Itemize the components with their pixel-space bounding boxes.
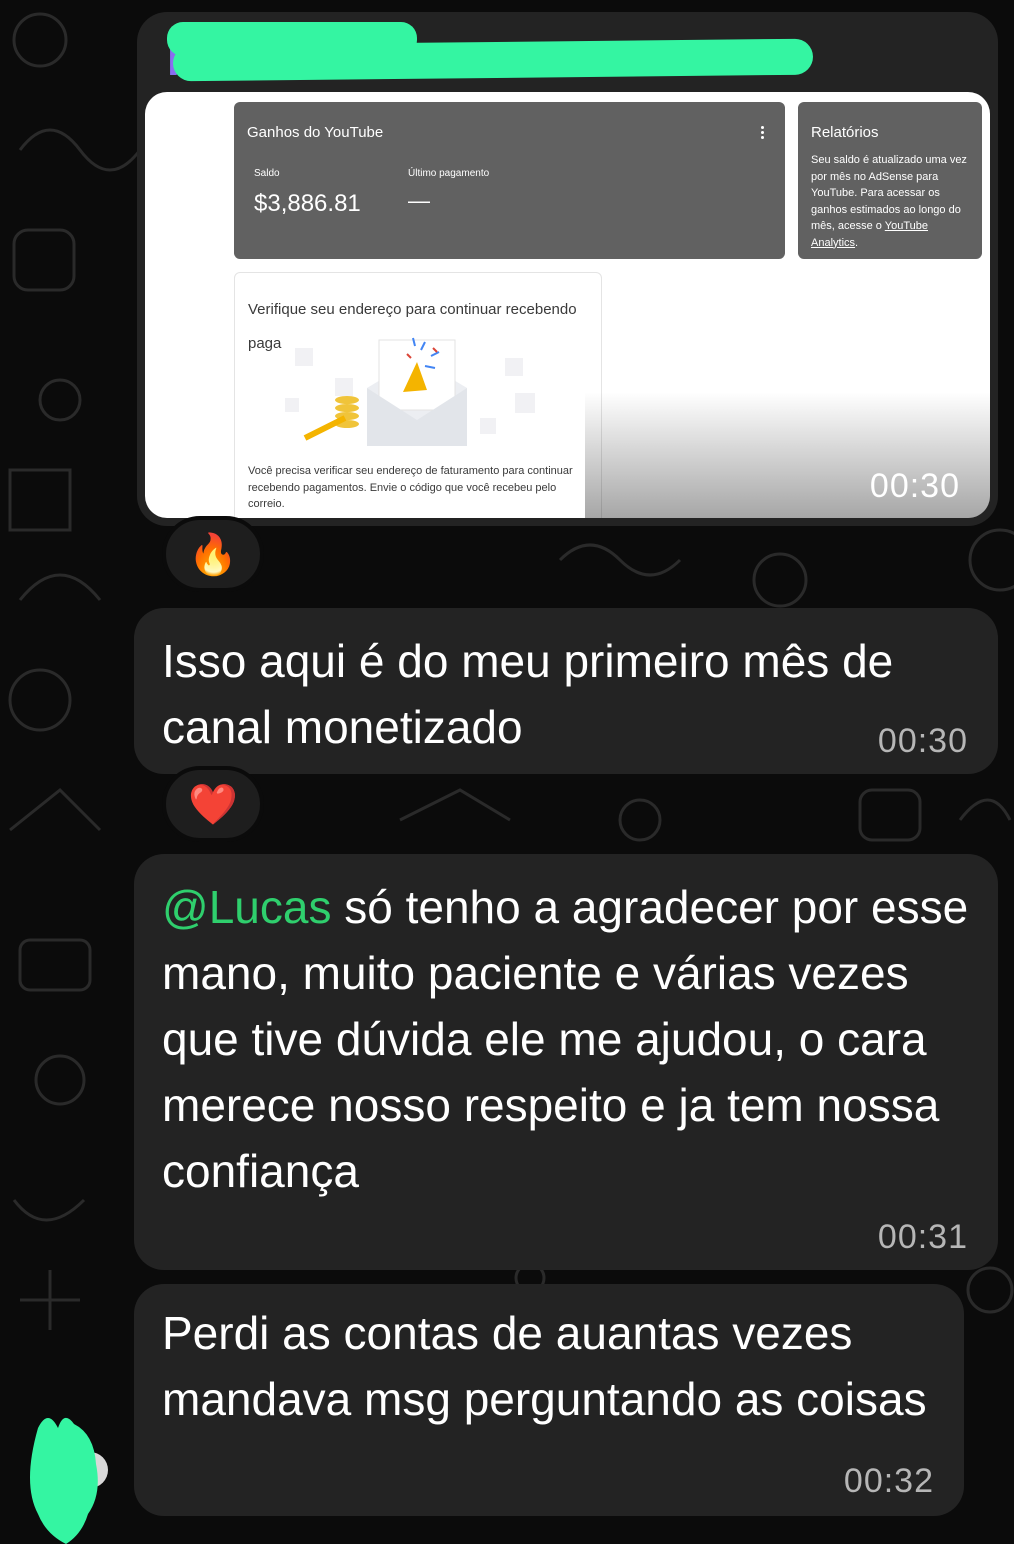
image-message-bubble[interactable]: I i i Ganhos do YouTube Saldo $3,886.81 … bbox=[137, 12, 998, 526]
text-message-bubble[interactable]: @Lucas só tenho a agradecer por esse man… bbox=[134, 854, 998, 1270]
message-text: @Lucas só tenho a agradecer por esse man… bbox=[162, 881, 969, 1197]
message-time: 00:31 bbox=[877, 1218, 968, 1256]
text-message-bubble[interactable]: Isso aqui é do meu primeiro mês de canal… bbox=[134, 608, 998, 774]
text-message-bubble[interactable]: Perdi as contas de auantas vezes mandava… bbox=[134, 1284, 964, 1516]
balance-label: Saldo bbox=[254, 168, 280, 179]
youtube-earnings-card: Ganhos do YouTube Saldo $3,886.81 Último… bbox=[234, 102, 785, 259]
reports-card: Relatórios Seu saldo é atualizado uma ve… bbox=[798, 102, 982, 259]
fire-reaction-icon[interactable]: 🔥 bbox=[162, 516, 264, 592]
heart-reaction-icon[interactable]: ❤️ bbox=[162, 766, 264, 842]
reports-card-title: Relatórios bbox=[811, 124, 879, 141]
screenshot-image[interactable]: Ganhos do YouTube Saldo $3,886.81 Último… bbox=[145, 92, 990, 518]
reports-card-text: Seu saldo é atualizado uma vez por mês n… bbox=[811, 154, 967, 249]
more-options-icon bbox=[761, 126, 765, 141]
last-payment-value: — bbox=[408, 188, 430, 213]
message-time: 00:30 bbox=[869, 467, 960, 505]
redaction-mark bbox=[172, 38, 814, 82]
avatar[interactable] bbox=[24, 1408, 108, 1544]
envelope-illustration-icon bbox=[285, 337, 535, 446]
message-text: Perdi as contas de auantas vezes mandava… bbox=[162, 1307, 927, 1425]
balance-value: $3,886.81 bbox=[254, 190, 361, 217]
earnings-card-title: Ganhos do YouTube bbox=[247, 124, 384, 141]
message-text: Isso aqui é do meu primeiro mês de canal… bbox=[162, 635, 894, 753]
last-payment-label: Último pagamento bbox=[408, 168, 490, 179]
mention-link[interactable]: @Lucas bbox=[162, 881, 331, 933]
verify-address-card: Verifique seu endereço para continuar re… bbox=[234, 272, 602, 518]
message-time: 00:32 bbox=[843, 1462, 934, 1500]
verify-card-body: Você precisa verificar seu endereço de f… bbox=[248, 465, 573, 510]
message-time: 00:30 bbox=[877, 722, 968, 760]
